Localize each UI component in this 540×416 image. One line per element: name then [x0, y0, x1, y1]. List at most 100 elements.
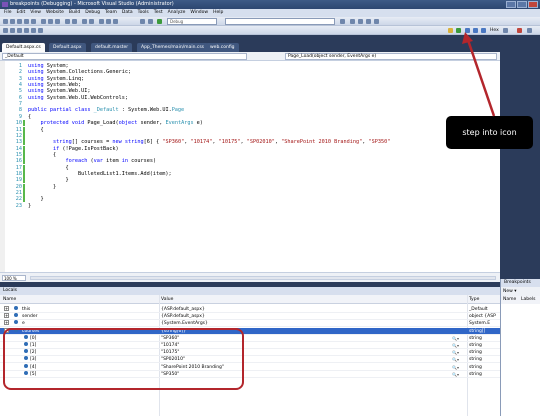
method-combo[interactable]: Page_Load(object sender, EventArgs e) — [285, 53, 497, 60]
code-token: { — [28, 126, 44, 133]
cut-icon[interactable] — [41, 19, 46, 24]
document-tab[interactable]: Default.aspx.cs — [2, 43, 45, 52]
redo-icon[interactable] — [72, 19, 77, 24]
copy-icon[interactable] — [48, 19, 53, 24]
expand-toggle[interactable]: + — [4, 313, 9, 319]
solution-config-combo[interactable]: Debug — [167, 18, 217, 25]
html-source-icon[interactable] — [3, 28, 8, 33]
value-column-header[interactable]: Value — [161, 295, 173, 304]
code-token: System.Web.UI.WebControls; — [43, 94, 128, 101]
format-icon[interactable] — [17, 28, 22, 33]
navigate-back-icon[interactable] — [82, 19, 87, 24]
line-number: 9 — [18, 113, 22, 120]
minimize-button[interactable] — [506, 1, 516, 8]
show-next-statement-icon[interactable] — [448, 28, 453, 33]
find-icon[interactable] — [340, 19, 345, 24]
save-icon[interactable] — [24, 19, 29, 24]
visualizer-icon[interactable]: 🔍▾ — [452, 364, 459, 371]
menu-item[interactable]: Edit — [17, 9, 26, 17]
menu-item[interactable]: Test — [154, 9, 163, 17]
italic-icon[interactable] — [31, 28, 36, 33]
variable-value[interactable]: {System.EventArgs} — [161, 320, 208, 327]
menu-item[interactable]: Data — [122, 9, 133, 17]
line-number: 15 — [15, 151, 22, 158]
change-marker — [23, 183, 25, 190]
type-column-header[interactable]: Type — [469, 295, 479, 304]
bookmark-icon[interactable] — [113, 19, 118, 24]
expand-toggle[interactable]: + — [4, 306, 9, 311]
visualizer-icon[interactable]: 🔍▾ — [452, 335, 459, 342]
continue-debug-icon[interactable] — [456, 28, 461, 33]
code-token: "SP02010" — [246, 139, 275, 146]
document-tab[interactable]: App_Themes/main/main.css — [137, 43, 209, 52]
step-over-icon[interactable] — [473, 28, 478, 33]
code-text: } — [28, 196, 43, 202]
document-tab[interactable]: Default.aspx — [49, 43, 86, 52]
name-column-header[interactable]: Name — [3, 295, 16, 304]
menu-item[interactable]: Debug — [85, 9, 100, 17]
toolbox-icon[interactable] — [374, 19, 379, 24]
hex-label[interactable]: Hex — [490, 27, 499, 34]
code-editor[interactable]: 1 using System; 2 using System.Collections.… — [0, 61, 500, 272]
document-tab[interactable]: default.master — [91, 43, 133, 52]
underline-icon[interactable] — [38, 28, 43, 33]
menu-item[interactable]: File — [4, 9, 12, 17]
locals-row[interactable]: + sender {ASP.default_aspx} object {ASP — [0, 313, 500, 321]
new-project-icon[interactable] — [3, 19, 8, 24]
visualizer-icon[interactable]: 🔍▾ — [452, 349, 459, 356]
callout-label: step into icon — [446, 116, 533, 149]
menu-item[interactable]: Build — [69, 9, 80, 17]
document-tab[interactable]: web.config — [206, 43, 239, 52]
locals-row[interactable]: + e {System.EventArgs} System.E — [0, 320, 500, 328]
visualizer-icon[interactable]: 🔍▾ — [452, 356, 459, 363]
menu-item[interactable]: Help — [213, 9, 223, 17]
code-text: using System.Collections.Generic; — [28, 69, 131, 75]
continue-icon[interactable] — [157, 19, 162, 24]
save-all-icon[interactable] — [31, 19, 36, 24]
variable-value[interactable]: {ASP.default_aspx} — [161, 313, 205, 320]
visualizer-icon[interactable]: 🔍▾ — [452, 342, 459, 349]
menu-item[interactable]: Website — [46, 9, 64, 17]
menu-item[interactable]: Analyze — [168, 9, 186, 17]
solution-explorer-icon[interactable] — [350, 19, 355, 24]
step-out-icon[interactable] — [481, 28, 486, 33]
menu-item[interactable]: View — [30, 9, 41, 17]
uncomment-icon[interactable] — [106, 19, 111, 24]
open-icon[interactable] — [17, 19, 22, 24]
bold-icon[interactable] — [24, 28, 29, 33]
paste-icon[interactable] — [55, 19, 60, 24]
zoom-combo[interactable]: 100 % — [2, 275, 26, 281]
find-combo[interactable] — [225, 18, 335, 25]
menu-item[interactable]: Window — [190, 9, 208, 17]
variable-value[interactable]: {ASP.default_aspx} — [161, 306, 205, 313]
outdent-icon[interactable] — [148, 19, 153, 24]
object-browser-icon[interactable] — [366, 19, 371, 24]
class-combo[interactable]: _Default — [2, 53, 247, 60]
comment-icon[interactable] — [99, 19, 104, 24]
add-item-icon[interactable] — [10, 19, 15, 24]
new-breakpoint-button[interactable]: New ▾ — [503, 289, 517, 294]
horizontal-scrollbar[interactable] — [30, 276, 496, 280]
maximize-button[interactable] — [517, 1, 527, 8]
bp-name-column[interactable]: Name — [503, 296, 516, 304]
close-button[interactable] — [528, 1, 538, 8]
visual-studio-icon — [2, 2, 8, 7]
toolbar-options-icon[interactable] — [527, 28, 532, 33]
bp-labels-column[interactable]: Labels — [521, 296, 535, 304]
indent-icon[interactable] — [140, 19, 145, 24]
locals-row[interactable]: + this {ASP.default_aspx} _Default — [0, 306, 500, 313]
variable-icon — [14, 320, 18, 325]
variable-type: string — [469, 357, 482, 363]
visualizer-icon[interactable]: 🔍▾ — [452, 371, 459, 378]
design-view-icon[interactable] — [10, 28, 15, 33]
exceptions-icon[interactable] — [517, 28, 522, 33]
breakpoint-gutter[interactable] — [0, 61, 5, 272]
breakpoints-window-icon[interactable] — [503, 28, 508, 33]
expand-toggle[interactable]: + — [4, 320, 9, 326]
menu-item[interactable]: Tools — [138, 9, 149, 17]
navigate-forward-icon[interactable] — [89, 19, 94, 24]
menu-item[interactable]: Team — [105, 9, 117, 17]
undo-icon[interactable] — [65, 19, 70, 24]
step-into-icon[interactable] — [465, 28, 470, 33]
properties-icon[interactable] — [358, 19, 363, 24]
